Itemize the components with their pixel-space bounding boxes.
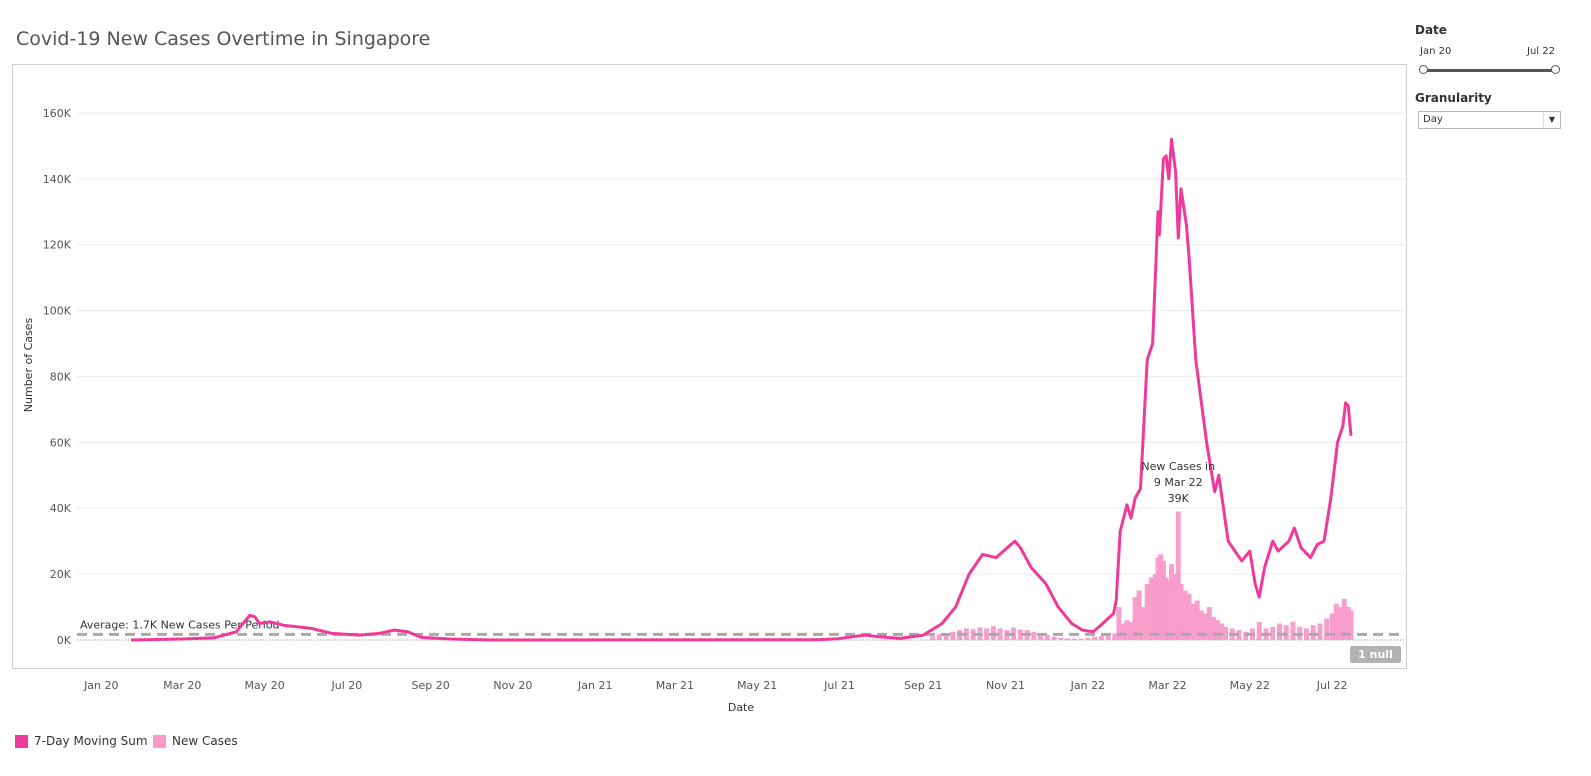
x-tick-label: May 21 [737,679,777,692]
y-axis-label: Number of Cases [22,318,35,413]
average-label: Average: 1.7K New Cases Per Period [80,618,280,631]
new-cases-bar [1256,621,1262,640]
y-tick-label: 0K [57,634,72,647]
new-cases-bar [1092,636,1098,640]
date-range-start-handle[interactable] [1419,65,1428,74]
x-tick-label: Sep 21 [904,679,942,692]
new-cases-bar [1290,621,1296,640]
annotation-text: 39K [1168,492,1190,505]
x-tick-label: Jan 22 [1070,679,1105,692]
x-tick-label: Sep 20 [411,679,449,692]
granularity-selected-value: Day [1423,114,1443,125]
legend-label: 7-Day Moving Sum [34,734,148,748]
new-cases-bar [1058,637,1064,640]
new-cases-bar [1078,638,1084,640]
x-axis-label: Date [728,701,755,714]
new-cases-bar [1283,625,1289,640]
new-cases-bar [1085,637,1091,640]
x-tick-label: Mar 22 [1148,679,1186,692]
y-tick-label: 60K [50,436,72,449]
x-tick-label: Nov 21 [986,679,1025,692]
legend-swatch [153,734,166,748]
x-tick-label: May 22 [1230,679,1270,692]
new-cases-bar [1310,625,1316,640]
y-tick-label: 140K [43,173,72,186]
legend-item-moving-sum[interactable]: 7-Day Moving Sum [15,734,148,748]
x-tick-label: Mar 21 [656,679,694,692]
legend-swatch [15,734,28,748]
x-tick-label: Jan 20 [83,679,118,692]
new-cases-bar [1317,623,1323,640]
null-indicator-badge[interactable]: 1 null [1350,646,1401,663]
y-tick-label: 40K [50,502,72,515]
y-tick-label: 100K [43,305,72,318]
x-tick-label: Jan 21 [577,679,612,692]
chevron-down-icon[interactable]: ▼ [1543,112,1560,128]
new-cases-bar [1065,638,1071,640]
new-cases-bar [984,628,990,640]
annotation-text: New Cases in [1141,460,1215,473]
new-cases-bar [1098,636,1104,640]
date-range-start: Jan 20 [1420,46,1452,57]
new-cases-bar [1051,636,1057,640]
x-tick-label: Jul 22 [1316,679,1348,692]
x-tick-label: Mar 20 [163,679,201,692]
new-cases-bar [1324,618,1330,640]
y-tick-label: 80K [50,370,72,383]
y-tick-label: 120K [43,239,72,252]
date-range-end: Jul 22 [1527,46,1555,57]
new-cases-bar [1031,631,1037,640]
date-filter-label: Date [1415,23,1447,37]
y-tick-label: 160K [43,107,72,120]
new-cases-bar [1303,628,1309,640]
legend-item-new-cases[interactable]: New Cases [153,734,238,748]
new-cases-bar [1223,626,1229,640]
x-tick-label: Jul 21 [823,679,855,692]
new-cases-bar [1276,623,1282,640]
new-cases-bar [930,636,936,640]
x-tick-label: May 20 [244,679,284,692]
new-cases-bar [1071,638,1077,640]
x-tick-label: Jul 20 [331,679,363,692]
annotation-text: 9 Mar 22 [1154,476,1203,489]
legend-label: New Cases [172,734,238,748]
date-range-end-handle[interactable] [1551,65,1560,74]
x-tick-label: Nov 20 [493,679,532,692]
moving-sum-line [130,137,1353,642]
date-range-slider-track[interactable] [1424,69,1555,72]
y-tick-label: 20K [50,568,72,581]
granularity-select[interactable]: Day ▼ [1418,111,1561,129]
new-cases-bar [950,631,956,640]
granularity-filter-label: Granularity [1415,91,1492,105]
